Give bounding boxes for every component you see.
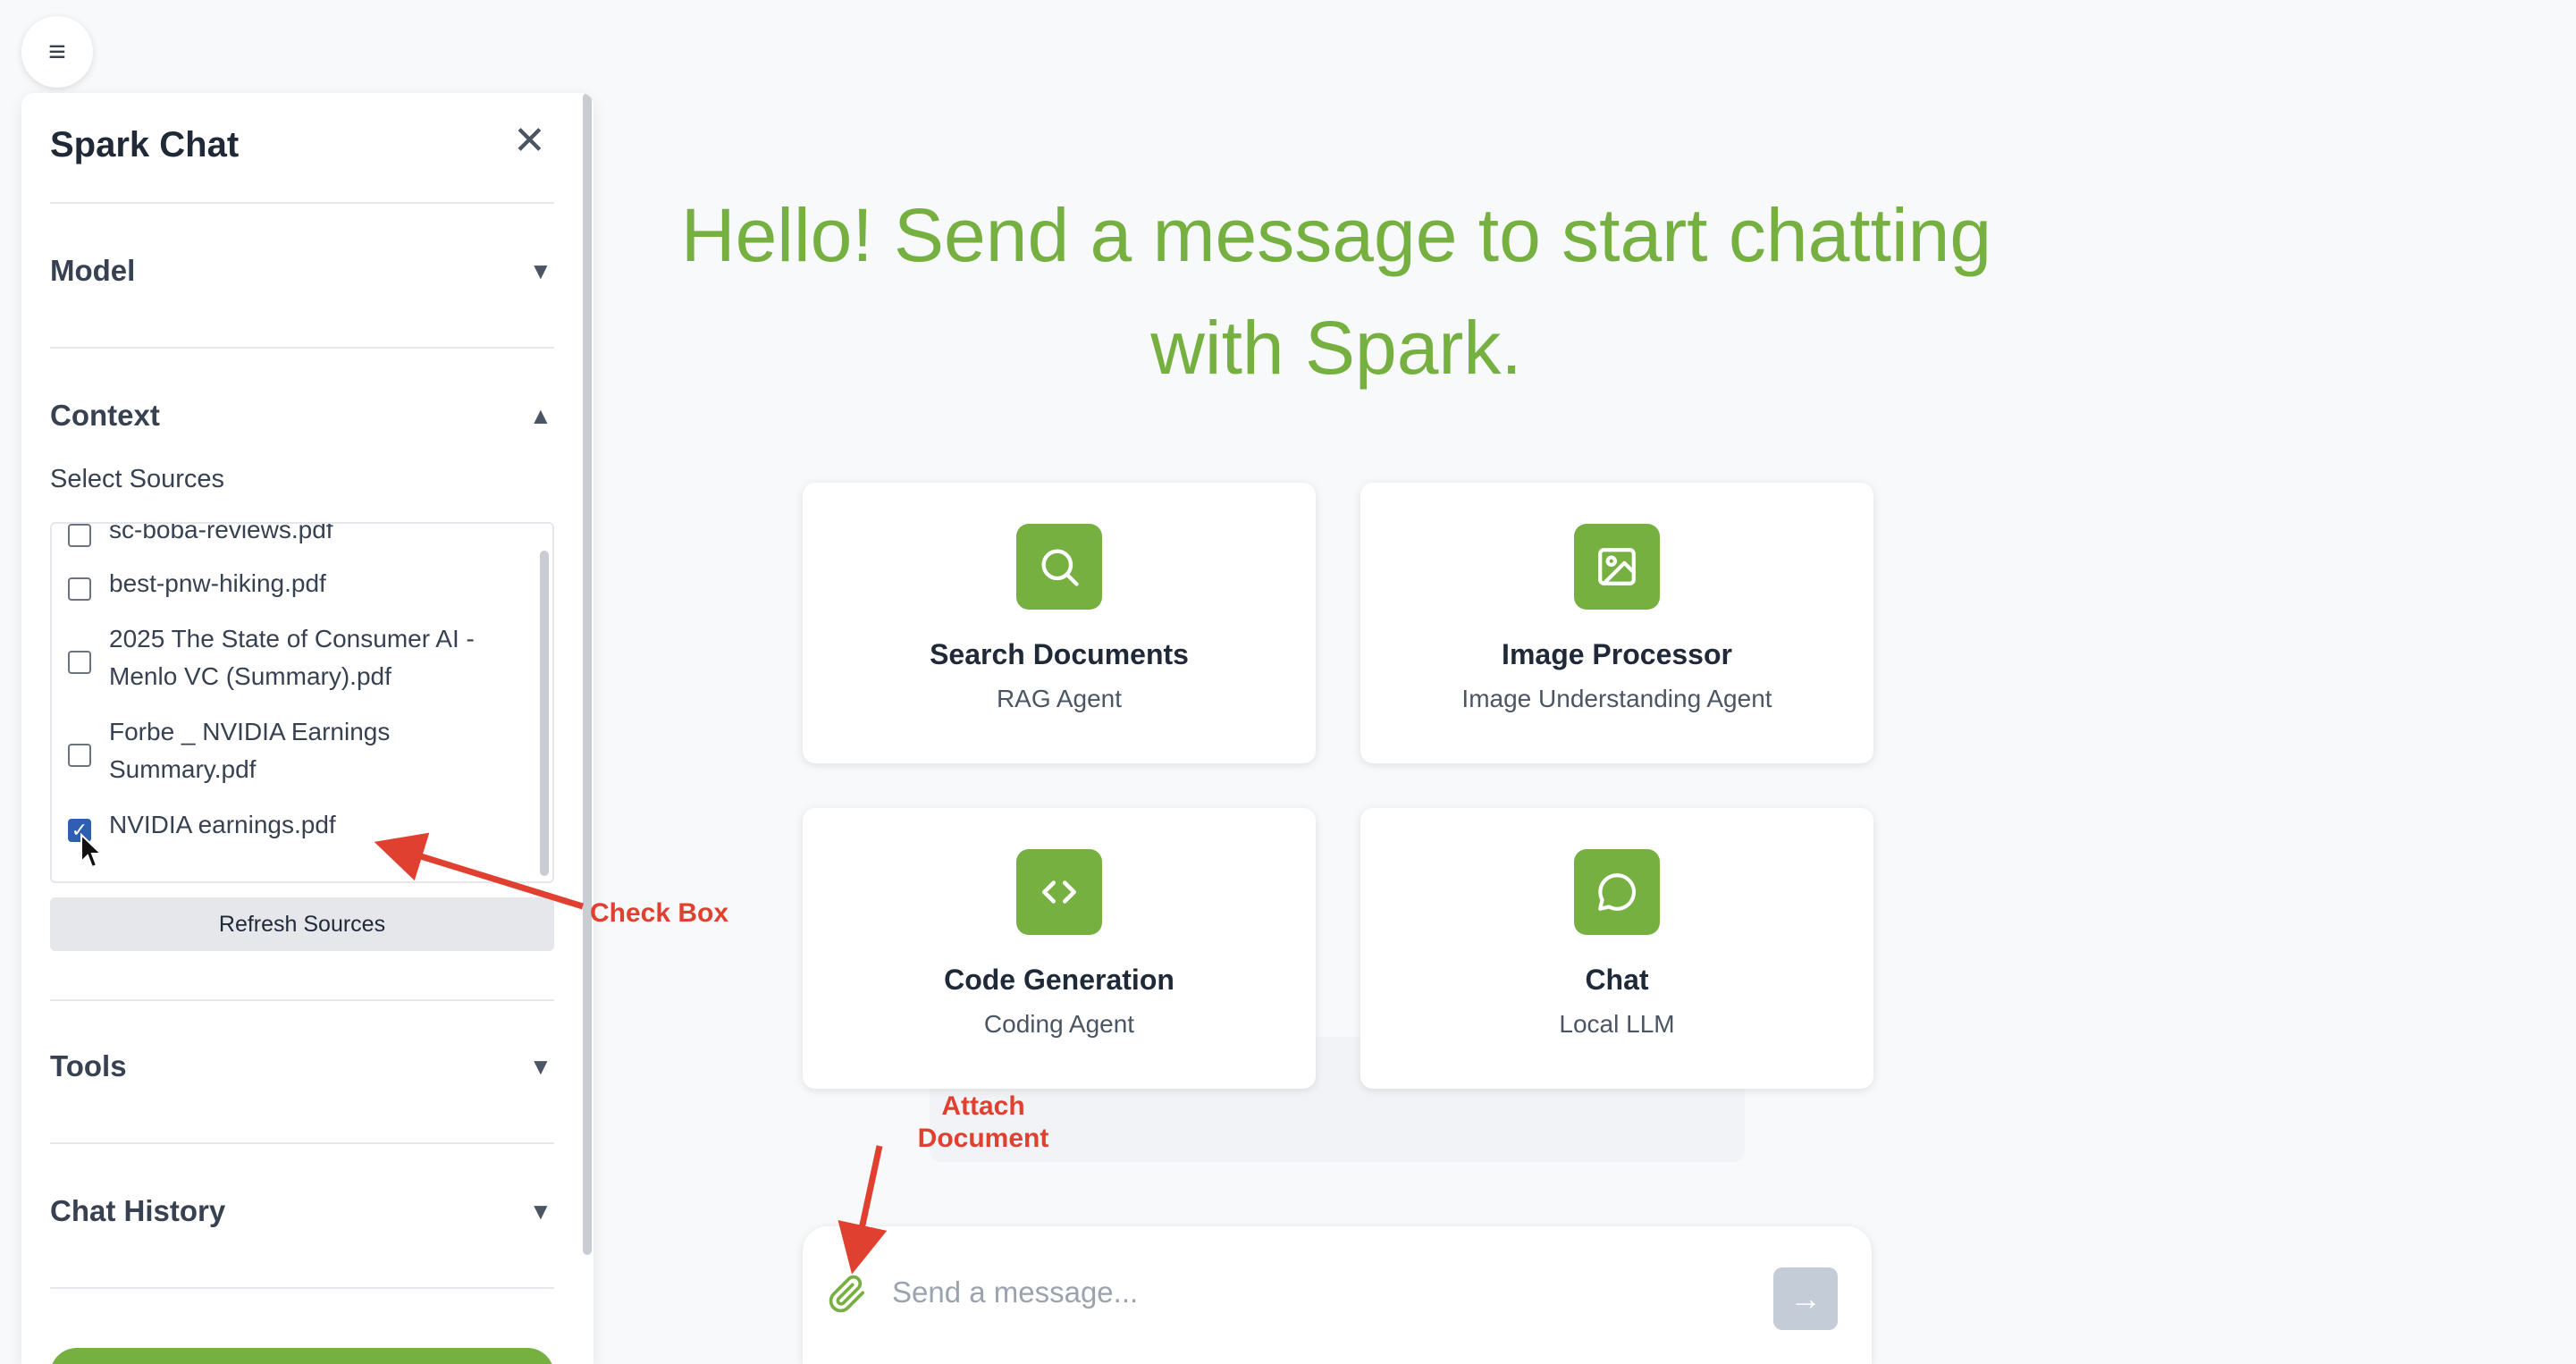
image-icon [1574,524,1660,610]
card-title: Image Processor [1502,638,1732,670]
divider [50,202,554,204]
section-chat-history-title[interactable]: Chat History [50,1194,225,1228]
source-item[interactable]: sc-boba-reviews.pdf [68,522,515,549]
section-context-title[interactable]: Context [50,399,160,433]
refresh-sources-button[interactable]: Refresh Sources [50,897,554,951]
chevron-down-icon[interactable]: ▼ [529,1053,552,1081]
source-checkbox[interactable] [68,744,91,767]
divider [50,1142,554,1144]
divider [50,1287,554,1289]
section-model-title[interactable]: Model [50,254,135,288]
card-title: Chat [1585,964,1649,996]
card-subtitle: Local LLM [1559,1010,1675,1038]
message-input[interactable] [892,1266,1696,1319]
sources-list: sc-boba-reviews.pdf best-pnw-hiking.pdf … [50,522,554,883]
divider [50,999,554,1001]
chevron-down-icon[interactable]: ▼ [529,257,552,285]
greeting-heading: Hello! Send a message to start chatting … [680,193,1992,390]
search-icon [1016,524,1102,610]
card-title: Search Documents [930,638,1189,670]
mouse-cursor-icon [80,833,104,869]
agent-card-chat[interactable]: Chat Local LLM [1360,808,1873,1089]
source-item[interactable]: Forbe _ NVIDIA Earnings Summary.pdf [68,713,515,788]
close-icon[interactable]: ✕ [513,122,546,161]
sidebar-scrollbar[interactable] [583,93,592,1255]
sidebar: Spark Chat ✕ Model ▼ Context ▲ Select So… [21,93,593,1364]
card-subtitle: Coding Agent [983,1010,1135,1038]
card-subtitle: RAG Agent [996,685,1123,712]
send-button[interactable]: → [1773,1267,1838,1330]
chat-bubble-icon [1574,849,1660,935]
source-item[interactable]: 2025 The State of Consumer AI - Menlo VC… [68,620,515,695]
chevron-up-icon[interactable]: ▲ [529,402,552,430]
card-subtitle: Image Understanding Agent [1461,685,1772,712]
source-checkbox[interactable] [68,577,91,601]
source-label: 2025 The State of Consumer AI - Menlo VC… [109,625,475,690]
source-label: Forbe _ NVIDIA Earnings Summary.pdf [109,718,391,783]
sidebar-title: Spark Chat [50,125,240,164]
source-item[interactable]: ✓ NVIDIA earnings.pdf [68,806,515,844]
paperclip-icon[interactable] [828,1275,867,1318]
agent-card-image-processor[interactable]: Image Processor Image Understanding Agen… [1360,483,1873,763]
message-composer: → [803,1226,1872,1364]
source-checkbox[interactable] [68,524,91,547]
divider [50,347,554,349]
source-label: NVIDIA earnings.pdf [109,811,336,838]
section-tools-title[interactable]: Tools [50,1049,127,1083]
source-checkbox[interactable] [68,651,91,674]
code-icon [1016,849,1102,935]
card-title: Code Generation [944,964,1174,996]
source-label: sc-boba-reviews.pdf [109,522,333,543]
annotation-check-box: Check Box [590,898,729,928]
sources-scrollbar[interactable] [540,551,549,876]
new-chat-button[interactable] [50,1348,554,1364]
agent-card-search-documents[interactable]: Search Documents RAG Agent [803,483,1316,763]
menu-toggle-button[interactable]: ≡ [21,16,93,88]
source-label: best-pnw-hiking.pdf [109,569,326,597]
chevron-down-icon[interactable]: ▼ [529,1198,552,1225]
annotation-attach-document: Attach Document [917,1091,1049,1153]
select-sources-label: Select Sources [50,465,225,493]
agent-card-code-generation[interactable]: Code Generation Coding Agent [803,808,1316,1089]
source-item[interactable]: best-pnw-hiking.pdf [68,565,515,602]
